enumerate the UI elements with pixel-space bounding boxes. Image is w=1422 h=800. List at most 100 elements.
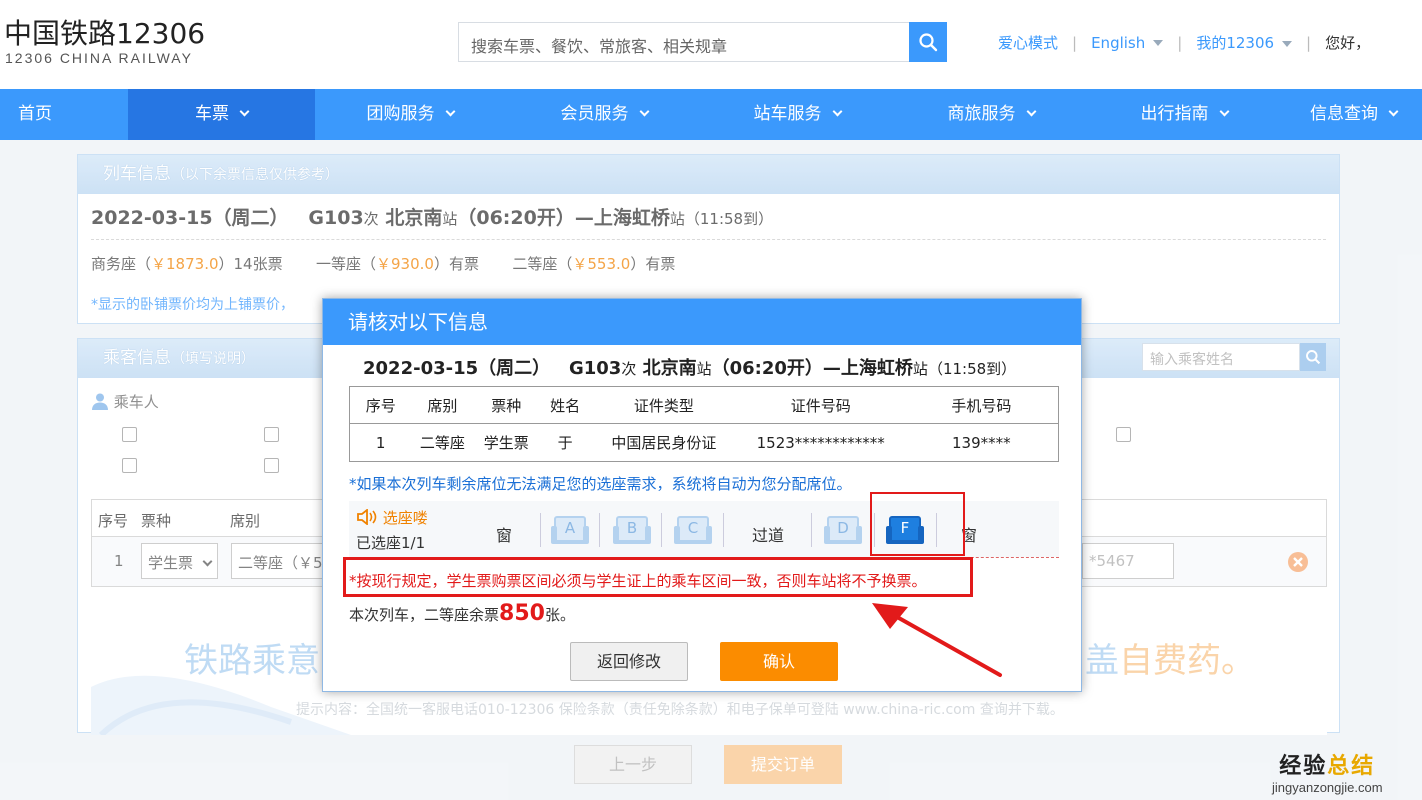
- nav-label: 首页: [18, 104, 52, 124]
- nav-info-query[interactable]: 信息查询: [1310, 89, 1422, 140]
- cell-phone: 139****: [904, 423, 1059, 462]
- to-station: 上海虹桥: [840, 358, 913, 379]
- seat-allocation-note: *如果本次列车剩余席位无法满足您的选座需求，系统将自动为您分配席位。: [349, 475, 852, 493]
- chevron-down-icon: [445, 106, 455, 117]
- cell-name: 于: [539, 423, 592, 462]
- back-to-edit-button[interactable]: 返回修改: [570, 642, 688, 681]
- arrive-time: （11:58到）: [927, 360, 1017, 378]
- nav-station-service[interactable]: 站车服务: [727, 89, 867, 140]
- divider: |: [1177, 33, 1183, 52]
- my12306-link[interactable]: 我的12306: [1196, 32, 1293, 53]
- speaker-icon: [357, 508, 377, 526]
- remaining-tickets: 本次列车，二等座余票850张。: [349, 601, 575, 626]
- nav-group-service[interactable]: 团购服务: [340, 89, 480, 140]
- train-date: 2022-03-15（周二）: [363, 358, 551, 379]
- search-icon: [919, 33, 938, 52]
- seat-picker-tag: 选座喽: [356, 507, 428, 528]
- watermark-part2: 总结: [1327, 754, 1376, 779]
- nav-member-service[interactable]: 会员服务: [534, 89, 674, 140]
- care-mode-link[interactable]: 爱心模式: [998, 32, 1058, 53]
- header-links: 爱心模式 | English | 我的12306 | 您好，: [998, 32, 1370, 53]
- seat-letter: C: [687, 519, 699, 537]
- chevron-down-icon: [1388, 106, 1399, 117]
- chevron-down-icon: [239, 106, 250, 117]
- watermark-part1: 经验: [1279, 754, 1328, 779]
- main-nav: 首页 车票 团购服务 会员服务 站车服务 商旅服务 出行指南 信息查询: [0, 89, 1422, 140]
- watermark-title: 经验总结: [1272, 748, 1383, 780]
- header-cell: 证件号码: [736, 386, 905, 424]
- passenger-confirm-table: 序号 席别 票种 姓名 证件类型 证件号码 手机号码 1 二等座 学生票 于 中…: [349, 386, 1059, 462]
- table-header-row: 序号 席别 票种 姓名 证件类型 证件号码 手机号码: [349, 386, 1059, 424]
- chevron-down-icon: [639, 106, 649, 117]
- aisle-label: 过道: [752, 526, 785, 545]
- site-search-input[interactable]: 搜索车票、餐饮、常旅客、相关规章: [458, 22, 910, 62]
- nav-travel-guide[interactable]: 出行指南: [1114, 89, 1254, 140]
- remaining-count: 850: [499, 601, 545, 626]
- nav-business-service[interactable]: 商旅服务: [921, 89, 1061, 140]
- nav-label: 商旅服务: [947, 104, 1016, 124]
- seat-letter: A: [564, 519, 576, 537]
- header-cell: 票种: [473, 386, 540, 424]
- nav-label: 站车服务: [753, 104, 822, 124]
- nav-label: 车票: [195, 104, 229, 124]
- table-row: 1 二等座 学生票 于 中国居民身份证 1523************ 139…: [349, 423, 1059, 462]
- seat-highlight-box: [870, 492, 965, 556]
- my12306-label: 我的12306: [1196, 34, 1275, 52]
- language-english-link[interactable]: English: [1091, 33, 1164, 52]
- header-cell: 证件类型: [591, 386, 737, 424]
- divider: |: [1072, 33, 1078, 52]
- nav-home[interactable]: 首页: [0, 89, 70, 140]
- dialog-title: 请核对以下信息: [323, 299, 1081, 345]
- chevron-down-icon: [1219, 106, 1229, 117]
- header-cell: 席别: [411, 386, 474, 424]
- station-suffix: 站: [912, 360, 928, 378]
- caret-down-icon: [1153, 40, 1164, 46]
- window-left-label: 窗: [496, 526, 513, 545]
- english-label: English: [1091, 33, 1146, 52]
- caret-down-icon: [1282, 40, 1293, 47]
- seat-letter: D: [837, 519, 849, 537]
- remaining-prefix: 本次列车，二等座余票: [349, 606, 500, 624]
- nav-label: 信息查询: [1310, 104, 1378, 124]
- dialog-train-summary: 2022-03-15（周二） G103次 北京南站（06:20开）—上海虹桥站（…: [363, 354, 1016, 380]
- annotation-arrow-icon: [872, 603, 1002, 677]
- seat-picker-tag-text: 选座喽: [382, 509, 428, 527]
- header-cell: 序号: [349, 386, 412, 424]
- watermark: 经验总结 jingyanzongjie.com: [1272, 748, 1383, 795]
- nav-label: 出行指南: [1140, 104, 1209, 124]
- station-suffix: 站: [696, 360, 712, 378]
- chevron-down-icon: [1026, 106, 1036, 117]
- header-cell: 手机号码: [904, 386, 1059, 424]
- train-number: G103: [568, 358, 622, 379]
- logo-text-en: 12306 CHINA RAILWAY: [5, 50, 193, 66]
- train-number-suffix: 次: [621, 360, 637, 378]
- seat-b-button[interactable]: B: [612, 514, 652, 546]
- nav-label: 团购服务: [366, 104, 435, 124]
- confirm-button[interactable]: 确认: [720, 642, 838, 681]
- divider: [661, 513, 662, 547]
- divider: [599, 513, 600, 547]
- seat-letter: B: [626, 519, 638, 537]
- divider: [723, 513, 724, 547]
- nav-label: 会员服务: [560, 104, 629, 124]
- site-header: 中国铁路12306 12306 CHINA RAILWAY 搜索车票、餐饮、常旅…: [0, 0, 1422, 89]
- divider: |: [1306, 33, 1312, 52]
- logo-text-cn[interactable]: 中国铁路12306: [4, 12, 205, 52]
- seat-d-button[interactable]: D: [823, 514, 863, 546]
- cell-ticket-type: 学生票: [473, 423, 540, 462]
- header-cell: 姓名: [539, 386, 592, 424]
- remaining-suffix: 张。: [544, 606, 575, 624]
- cell-id-number: 1523************: [736, 423, 905, 462]
- cell-id-type: 中国居民身份证: [591, 423, 737, 462]
- from-station: 北京南: [642, 358, 697, 379]
- watermark-url: jingyanzongjie.com: [1272, 780, 1383, 795]
- cell-seat-class: 二等座: [411, 423, 474, 462]
- seat-a-button[interactable]: A: [550, 514, 590, 546]
- divider: [540, 513, 541, 547]
- nav-tickets[interactable]: 车票: [128, 89, 315, 140]
- site-search-button[interactable]: [909, 22, 947, 62]
- greeting-text: 您好，: [1325, 34, 1371, 52]
- seat-c-button[interactable]: C: [673, 514, 713, 546]
- chevron-down-icon: [832, 106, 842, 117]
- cell-index: 1: [349, 423, 412, 462]
